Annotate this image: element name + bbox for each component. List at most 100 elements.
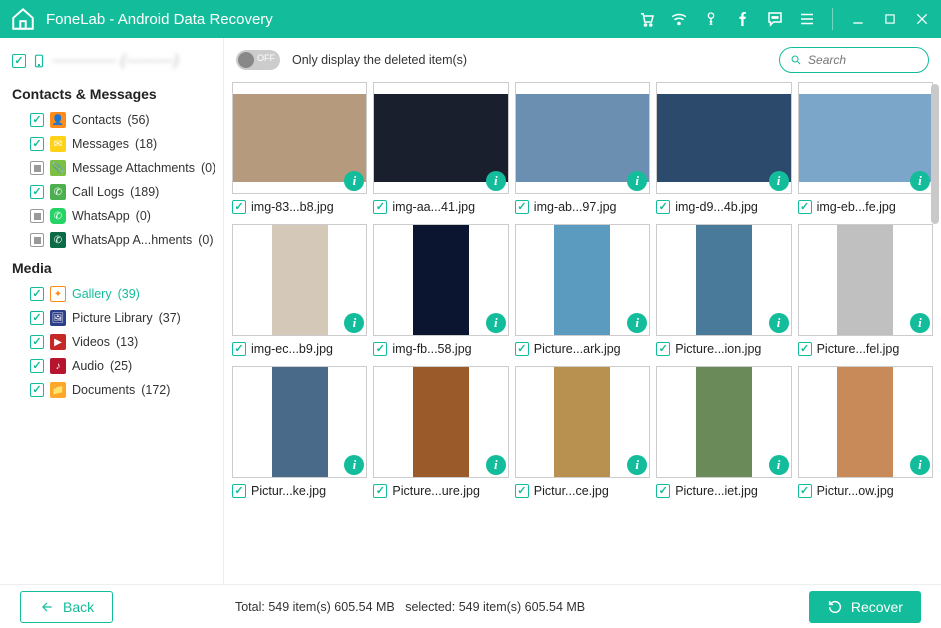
- thumbnail-box[interactable]: i: [373, 224, 508, 336]
- feedback-icon[interactable]: [766, 10, 784, 28]
- checkbox[interactable]: [30, 359, 44, 373]
- checkbox[interactable]: [30, 287, 44, 301]
- tree-item-callLogs[interactable]: ✆Call Logs (189): [12, 180, 215, 204]
- deleted-only-toggle[interactable]: OFF: [236, 50, 280, 70]
- device-row[interactable]: ———— (———): [12, 48, 215, 78]
- thumb-checkbox[interactable]: [656, 484, 670, 498]
- thumb-checkbox[interactable]: [373, 200, 387, 214]
- checkbox[interactable]: [30, 185, 44, 199]
- thumbnail-card[interactable]: iimg-eb...fe.jpg: [798, 82, 933, 214]
- wifi-icon[interactable]: [670, 10, 688, 28]
- info-icon[interactable]: i: [344, 171, 364, 191]
- checkbox[interactable]: [30, 137, 44, 151]
- thumbnail-card[interactable]: iPicture...ure.jpg: [373, 366, 508, 498]
- info-icon[interactable]: i: [769, 313, 789, 333]
- thumb-checkbox[interactable]: [515, 342, 529, 356]
- thumbnail-box[interactable]: i: [798, 224, 933, 336]
- tree-item-contacts[interactable]: 👤Contacts (56): [12, 108, 215, 132]
- thumb-checkbox[interactable]: [515, 484, 529, 498]
- thumb-checkbox[interactable]: [232, 342, 246, 356]
- thumbnail-box[interactable]: i: [515, 366, 650, 478]
- tree-item-whatsapp[interactable]: ✆WhatsApp (0): [12, 204, 215, 228]
- info-icon[interactable]: i: [910, 455, 930, 475]
- tree-item-docs[interactable]: 📁Documents (172): [12, 378, 215, 402]
- checkbox[interactable]: [30, 335, 44, 349]
- thumbnail-box[interactable]: i: [232, 366, 367, 478]
- checkbox[interactable]: [30, 113, 44, 127]
- checkbox[interactable]: [30, 311, 44, 325]
- thumb-checkbox[interactable]: [798, 342, 812, 356]
- info-icon[interactable]: i: [344, 455, 364, 475]
- minimize-icon[interactable]: [849, 10, 867, 28]
- close-icon[interactable]: [913, 10, 931, 28]
- thumbnail-box[interactable]: i: [656, 366, 791, 478]
- key-icon[interactable]: [702, 10, 720, 28]
- thumbnail-card[interactable]: iPicture...ark.jpg: [515, 224, 650, 356]
- thumbnail-card[interactable]: iPicture...ion.jpg: [656, 224, 791, 356]
- back-button[interactable]: Back: [20, 591, 113, 623]
- thumb-checkbox[interactable]: [656, 200, 670, 214]
- thumbnail-box[interactable]: i: [798, 82, 933, 194]
- thumb-checkbox[interactable]: [515, 200, 529, 214]
- checkbox[interactable]: [30, 209, 44, 223]
- thumb-checkbox[interactable]: [798, 200, 812, 214]
- info-icon[interactable]: i: [769, 455, 789, 475]
- thumbnail-box[interactable]: i: [798, 366, 933, 478]
- thumb-checkbox[interactable]: [373, 484, 387, 498]
- thumbnail-card[interactable]: iPictur...ow.jpg: [798, 366, 933, 498]
- menu-icon[interactable]: [798, 10, 816, 28]
- info-icon[interactable]: i: [486, 455, 506, 475]
- thumb-checkbox[interactable]: [232, 484, 246, 498]
- facebook-icon[interactable]: [734, 10, 752, 28]
- checkbox[interactable]: [30, 161, 44, 175]
- thumbnail-card[interactable]: iimg-83...b8.jpg: [232, 82, 367, 214]
- info-icon[interactable]: i: [910, 313, 930, 333]
- checkbox[interactable]: [30, 233, 44, 247]
- tree-item-msgAtt[interactable]: 📎Message Attachments (0): [12, 156, 215, 180]
- thumbnail-card[interactable]: iimg-fb...58.jpg: [373, 224, 508, 356]
- thumbnail-box[interactable]: i: [232, 82, 367, 194]
- thumbnail-card[interactable]: iimg-ec...b9.jpg: [232, 224, 367, 356]
- cart-icon[interactable]: [638, 10, 656, 28]
- tree-item-picLib[interactable]: 🖼Picture Library (37): [12, 306, 215, 330]
- thumb-checkbox[interactable]: [798, 484, 812, 498]
- search-input[interactable]: [808, 53, 918, 67]
- thumb-checkbox[interactable]: [656, 342, 670, 356]
- thumb-checkbox[interactable]: [232, 200, 246, 214]
- info-icon[interactable]: i: [486, 313, 506, 333]
- info-icon[interactable]: i: [344, 313, 364, 333]
- home-icon[interactable]: [10, 6, 36, 32]
- info-icon[interactable]: i: [486, 171, 506, 191]
- tree-item-gallery[interactable]: ✦Gallery (39): [12, 282, 215, 306]
- checkbox[interactable]: [30, 383, 44, 397]
- info-icon[interactable]: i: [627, 455, 647, 475]
- info-icon[interactable]: i: [910, 171, 930, 191]
- tree-item-audio[interactable]: ♪Audio (25): [12, 354, 215, 378]
- thumbnail-box[interactable]: i: [232, 224, 367, 336]
- thumbnail-box[interactable]: i: [656, 82, 791, 194]
- thumbnail-card[interactable]: iPictur...ke.jpg: [232, 366, 367, 498]
- info-icon[interactable]: i: [627, 313, 647, 333]
- thumbnail-card[interactable]: iimg-ab...97.jpg: [515, 82, 650, 214]
- thumbnail-card[interactable]: iimg-aa...41.jpg: [373, 82, 508, 214]
- tree-item-messages[interactable]: ✉Messages (18): [12, 132, 215, 156]
- info-icon[interactable]: i: [627, 171, 647, 191]
- thumbnail-box[interactable]: i: [515, 224, 650, 336]
- thumbnail-box[interactable]: i: [373, 366, 508, 478]
- thumbnail-card[interactable]: iPictur...ce.jpg: [515, 366, 650, 498]
- thumbnail-card[interactable]: iPicture...fel.jpg: [798, 224, 933, 356]
- tree-item-videos[interactable]: ▶Videos (13): [12, 330, 215, 354]
- thumbnail-card[interactable]: iimg-d9...4b.jpg: [656, 82, 791, 214]
- scrollbar-thumb[interactable]: [931, 84, 939, 224]
- tree-item-whatsappAtt[interactable]: ✆WhatsApp A...hments (0): [12, 228, 215, 252]
- maximize-icon[interactable]: [881, 10, 899, 28]
- thumb-checkbox[interactable]: [373, 342, 387, 356]
- info-icon[interactable]: i: [769, 171, 789, 191]
- search-box[interactable]: [779, 47, 929, 73]
- recover-button[interactable]: Recover: [809, 591, 921, 623]
- thumbnail-card[interactable]: iPicture...iet.jpg: [656, 366, 791, 498]
- device-checkbox[interactable]: [12, 54, 26, 68]
- thumbnail-box[interactable]: i: [656, 224, 791, 336]
- thumbnail-box[interactable]: i: [373, 82, 508, 194]
- thumbnail-box[interactable]: i: [515, 82, 650, 194]
